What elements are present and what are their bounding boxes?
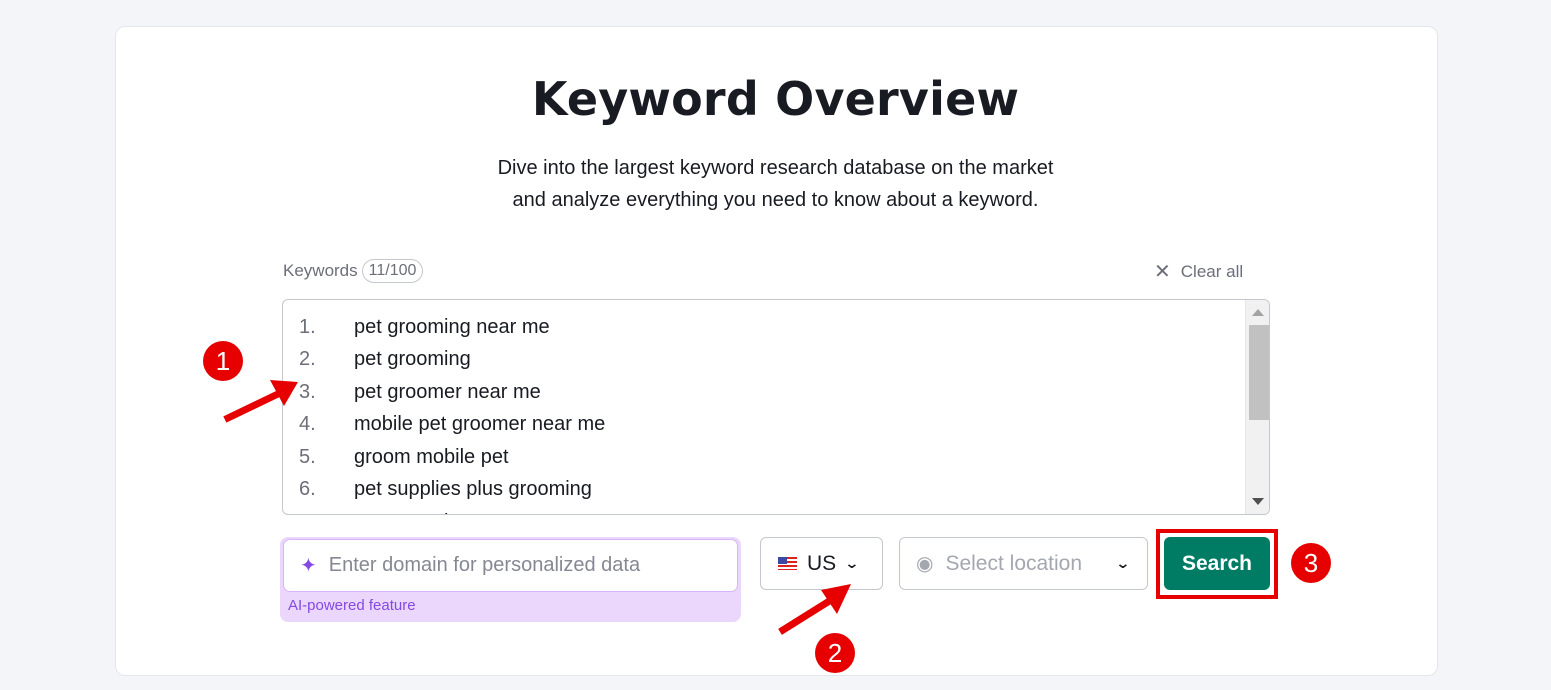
scrollbar-thumb[interactable] xyxy=(1249,325,1269,420)
subtitle-line-2: and analyze everything you need to know … xyxy=(512,189,1039,211)
ai-powered-caption: AI-powered feature xyxy=(288,597,416,614)
page-subtitle: Dive into the largest keyword research d… xyxy=(0,152,1551,216)
chevron-down-icon: ⌄ xyxy=(844,555,860,571)
chevron-down-icon: ⌄ xyxy=(1115,555,1131,571)
keyword-number: 7. xyxy=(299,511,354,514)
location-select[interactable]: ◉ Select location ⌄ xyxy=(899,537,1148,590)
keyword-text: pet grooming near me xyxy=(354,315,550,338)
keywords-label-text: Keywords xyxy=(283,261,358,280)
keyword-number: 2. xyxy=(299,348,316,371)
annotation-highlight-box xyxy=(1156,529,1278,599)
clear-all-label: Clear all xyxy=(1180,261,1244,281)
keyword-text: pet groomer near me xyxy=(354,380,541,403)
annotation-arrow-1 xyxy=(223,380,298,423)
domain-input[interactable] xyxy=(328,554,709,577)
keywords-label: Keywords 11/100 xyxy=(283,259,424,283)
ai-domain-field-wrapper: ✦ AI-powered feature xyxy=(280,537,741,622)
clear-all-button[interactable]: ✕ Clear all xyxy=(1154,259,1243,284)
keyword-text: groom mobile pet xyxy=(354,445,509,468)
scroll-down-arrow-icon[interactable] xyxy=(1252,498,1264,505)
page-title: Keyword Overview xyxy=(531,72,1020,126)
annotation-badge-3: 3 xyxy=(1291,543,1331,583)
keyword-number: 1. xyxy=(299,315,316,338)
sparkle-icon: ✦ xyxy=(300,555,317,577)
keyword-row: 6. pet supplies plus grooming xyxy=(299,474,605,507)
database-value: US xyxy=(807,551,837,575)
keywords-count-badge: 11/100 xyxy=(361,259,424,283)
keywords-list: 1. pet grooming near me 2. pet grooming 3.… xyxy=(299,311,605,514)
keyword-row: 5. groom mobile pet xyxy=(299,441,605,474)
us-flag-icon xyxy=(778,557,797,570)
location-placeholder: Select location xyxy=(945,551,1083,575)
keywords-textarea[interactable]: 1. pet grooming near me 2. pet grooming 3.… xyxy=(282,299,1270,515)
scroll-up-arrow-icon[interactable] xyxy=(1252,309,1264,316)
keyword-row: 2. pet grooming xyxy=(299,344,605,377)
keyword-text: pet grooming xyxy=(354,511,471,514)
close-icon: ✕ xyxy=(1154,261,1171,283)
keyword-text: pet grooming xyxy=(354,348,471,371)
subtitle-line-1: Dive into the largest keyword research d… xyxy=(497,157,1054,179)
annotation-arrow-2 xyxy=(778,584,851,635)
keyword-row: 3. pet groomer near me xyxy=(299,376,605,409)
location-pin-icon: ◉ xyxy=(916,553,934,575)
keyword-number: 6. xyxy=(299,478,316,501)
domain-input-container[interactable]: ✦ xyxy=(283,539,738,592)
keyword-number: 5. xyxy=(299,445,316,468)
keywords-scrollbar[interactable] xyxy=(1245,300,1269,514)
keyword-text: mobile pet groomer near me xyxy=(354,413,606,436)
keyword-row: 7.pet grooming xyxy=(299,506,605,514)
keyword-row: 1. pet grooming near me xyxy=(299,311,605,344)
keyword-row: 4. mobile pet groomer near me xyxy=(299,409,605,442)
keyword-text: pet supplies plus grooming xyxy=(354,478,592,501)
